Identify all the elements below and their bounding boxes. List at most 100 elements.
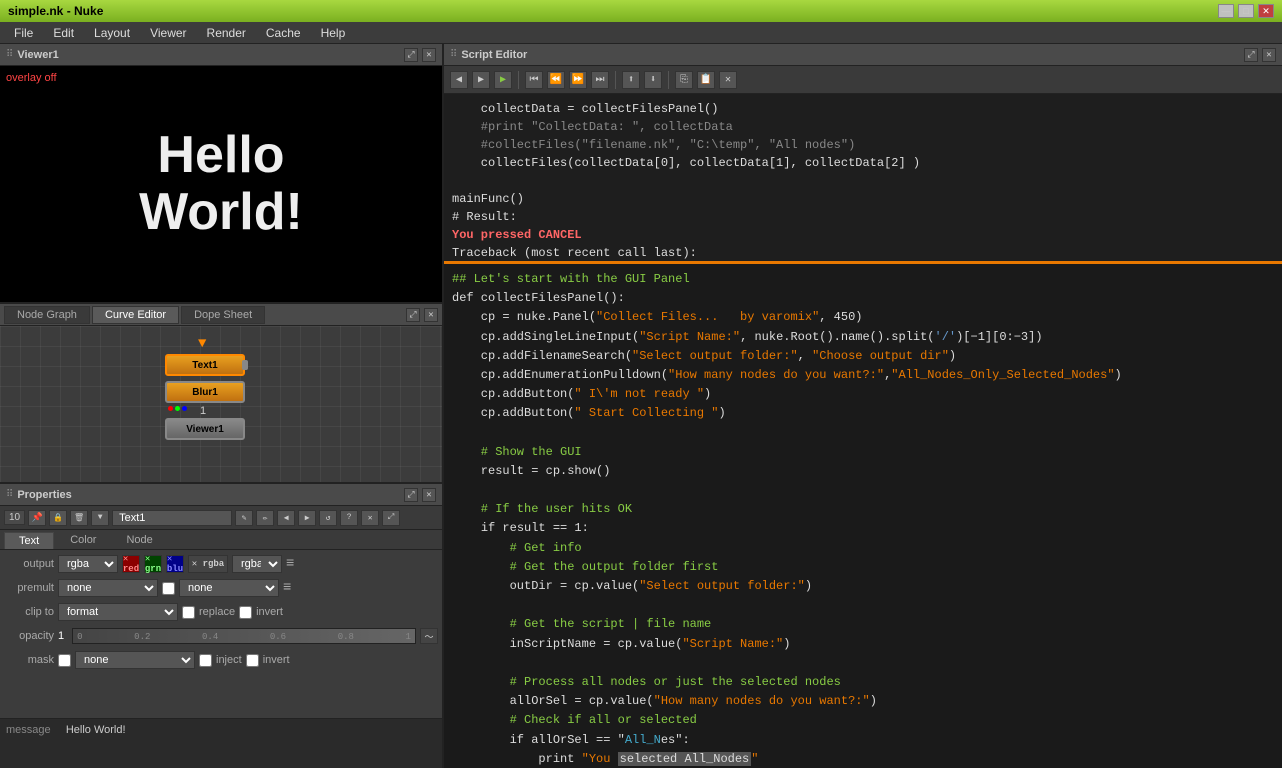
viewer-float-button[interactable]: ⤢ (404, 48, 418, 62)
node-content[interactable]: ▼ Text1 Blur1 1 (0, 326, 442, 482)
props-tab-node[interactable]: Node (112, 532, 166, 549)
premult-dropdown1[interactable]: none (58, 579, 158, 597)
script-editor-title: Script Editor (461, 49, 527, 61)
opacity-label: opacity (4, 630, 54, 642)
green-btn[interactable]: ✕ grn (144, 555, 162, 573)
script-end-button[interactable]: ⏭ (591, 71, 609, 89)
tab-curve-editor[interactable]: Curve Editor (92, 306, 179, 324)
node-float-button[interactable]: ⤢ (406, 308, 420, 322)
script-float-button[interactable]: ⤢ (1244, 48, 1258, 62)
red-btn[interactable]: ✕ red (122, 555, 140, 573)
props-expand-button[interactable]: ⤢ (382, 510, 400, 526)
menu-render[interactable]: Render (197, 24, 256, 42)
code-line-2: def collectFilesPanel(): (452, 289, 1274, 308)
script-forward-button[interactable]: ▶ (472, 71, 490, 89)
node-arrow: ▼ (198, 336, 206, 352)
script-sep1 (518, 71, 519, 89)
props-float-button[interactable]: ⤢ (404, 488, 418, 502)
script-download-button[interactable]: ⬇ (644, 71, 662, 89)
script-copy-button[interactable]: ⎘ (675, 71, 693, 89)
props-tab-color[interactable]: Color (56, 532, 110, 549)
rgba-btn[interactable]: ✕ rgba (188, 555, 228, 573)
invert-checkbox[interactable] (239, 606, 252, 619)
output-line-7: # Result: (452, 208, 1274, 226)
code-line-8: cp.addButton(" Start Collecting ") (452, 404, 1274, 423)
script-output[interactable]: collectData = collectFilesPanel() #print… (444, 94, 1282, 264)
prop-row-premult: premult none none ≡ (4, 578, 438, 598)
props-help-button[interactable]: ? (340, 510, 358, 526)
mask-checkbox[interactable] (58, 654, 71, 667)
output-mode-dropdown[interactable]: rgba.▾ (232, 555, 282, 573)
viewer-close-button[interactable]: ✕ (422, 48, 436, 62)
code-line-1: ## Let's start with the GUI Panel (452, 270, 1274, 289)
props-close-button[interactable]: ✕ (422, 488, 436, 502)
props-edit2-button[interactable]: ✏ (256, 510, 274, 526)
script-rewind-button[interactable]: ⏮ (525, 71, 543, 89)
premult-menu-btn[interactable]: ≡ (283, 580, 291, 596)
props-down-button[interactable]: ▼ (91, 510, 109, 526)
mask-invert-label: invert (263, 654, 290, 666)
menu-layout[interactable]: Layout (84, 24, 140, 42)
code-line-4: cp.addSingleLineInput("Script Name:", nu… (452, 328, 1274, 347)
props-toolbar: 10 📌 🔒 🗑 ▼ ✎ ✏ ◀ ▶ ↺ ? ✕ ⤢ (0, 506, 442, 530)
script-run-button[interactable]: ▶ (494, 71, 512, 89)
script-clear-button[interactable]: ✕ (719, 71, 737, 89)
replace-checkbox[interactable] (182, 606, 195, 619)
menu-cache[interactable]: Cache (256, 24, 311, 42)
menu-help[interactable]: Help (311, 24, 356, 42)
script-paste-button[interactable]: 📋 (697, 71, 715, 89)
node-panel-controls: ⤢ ✕ (406, 308, 438, 322)
props-trash-button[interactable]: 🗑 (70, 510, 88, 526)
props-edit1-button[interactable]: ✎ (235, 510, 253, 526)
script-step-fwd-button[interactable]: ⏩ (569, 71, 587, 89)
menu-edit[interactable]: Edit (43, 24, 84, 42)
script-editor-controls: ⤢ ✕ (1244, 48, 1276, 62)
script-toolbar: ◀ ▶ ▶ ⏮ ⏪ ⏩ ⏭ ⬆ ⬇ ⎘ 📋 ✕ (444, 66, 1282, 94)
prop-row-output: output rgba ✕ red ✕ grn ✕ blu ✕ rgba rgb… (4, 554, 438, 574)
menu-viewer[interactable]: Viewer (140, 24, 196, 42)
props-reset-button[interactable]: ↺ (319, 510, 337, 526)
menu-file[interactable]: File (4, 24, 43, 42)
props-pin-button[interactable]: 📌 (28, 510, 46, 526)
output-line-5 (452, 172, 1274, 190)
inject-checkbox[interactable] (199, 654, 212, 667)
script-step-back-button[interactable]: ⏪ (547, 71, 565, 89)
clipto-dropdown[interactable]: format (58, 603, 178, 621)
node-text1[interactable]: Text1 (165, 354, 245, 376)
tab-dope-sheet[interactable]: Dope Sheet (181, 306, 265, 324)
script-close-button[interactable]: ✕ (1262, 48, 1276, 62)
message-label: message (6, 724, 51, 736)
node-name-input[interactable] (112, 510, 232, 526)
output-menu-btn[interactable]: ≡ (286, 556, 294, 572)
props-tab-text[interactable]: Text (4, 532, 54, 549)
code-line-11: result = cp.show() (452, 462, 1274, 481)
node-blur1[interactable]: Blur1 (165, 381, 245, 403)
premult-dropdown2[interactable]: none (179, 579, 279, 597)
mask-dropdown[interactable]: none (75, 651, 195, 669)
mask-invert-checkbox[interactable] (246, 654, 259, 667)
inject-label: inject (216, 654, 242, 666)
tab-node-graph[interactable]: Node Graph (4, 306, 90, 324)
premult-checkbox[interactable] (162, 582, 175, 595)
opacity-slider[interactable]: 00.20.40.60.81 (72, 628, 416, 644)
node-viewer1[interactable]: Viewer1 (165, 418, 245, 440)
blue-btn[interactable]: ✕ blu (166, 555, 184, 573)
props-prev-button[interactable]: ◀ (277, 510, 295, 526)
window-controls: — □ ✕ (1218, 4, 1274, 18)
overlay-off-label: overlay off (6, 72, 57, 84)
script-input[interactable]: ## Let's start with the GUI Panel def co… (444, 264, 1282, 768)
prop-row-clipto: clip to format replace invert (4, 602, 438, 622)
script-back-button[interactable]: ◀ (450, 71, 468, 89)
node-close-button[interactable]: ✕ (424, 308, 438, 322)
props-next-button[interactable]: ▶ (298, 510, 316, 526)
output-line-9: Traceback (most recent call last): (452, 244, 1274, 262)
props-lock-button[interactable]: 🔒 (49, 510, 67, 526)
props-x-button[interactable]: ✕ (361, 510, 379, 526)
output-dropdown[interactable]: rgba (58, 555, 118, 573)
close-button[interactable]: ✕ (1258, 4, 1274, 18)
script-upload-button[interactable]: ⬆ (622, 71, 640, 89)
props-content: output rgba ✕ red ✕ grn ✕ blu ✕ rgba rgb… (0, 550, 442, 718)
maximize-button[interactable]: □ (1238, 4, 1254, 18)
opacity-curve-btn[interactable]: 〜 (420, 628, 438, 644)
minimize-button[interactable]: — (1218, 4, 1234, 18)
